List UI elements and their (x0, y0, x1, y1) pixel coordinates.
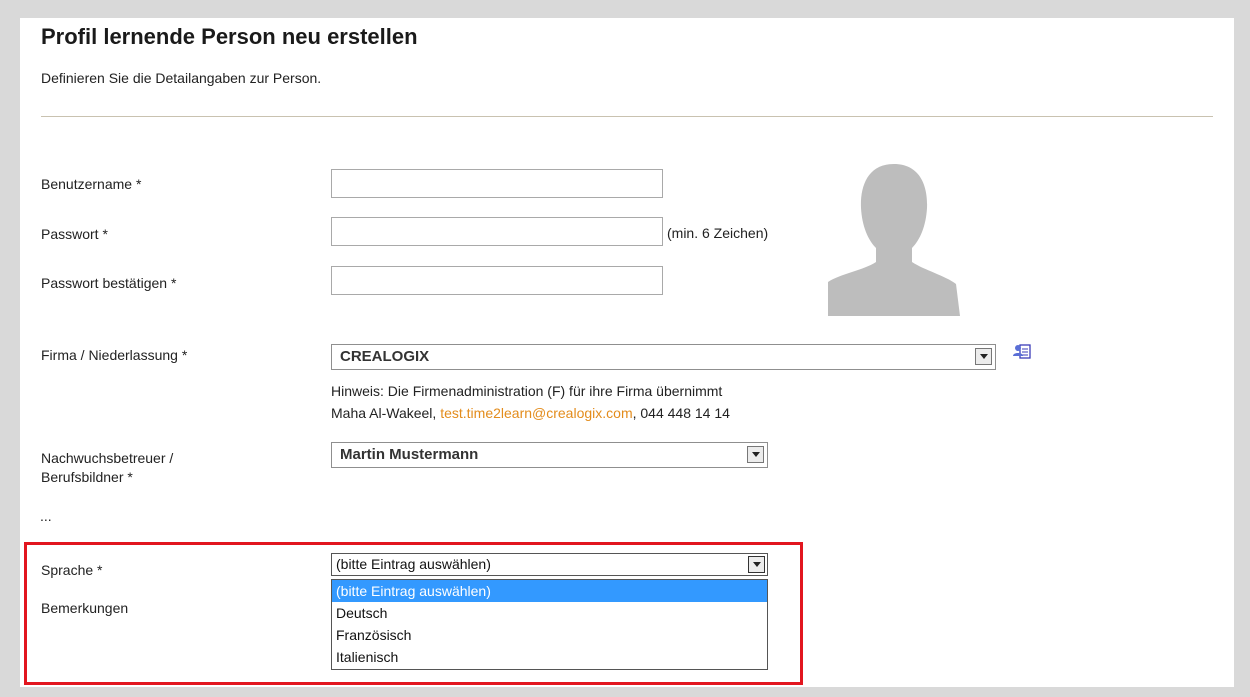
divider (41, 116, 1213, 117)
language-option[interactable]: (bitte Eintrag auswählen) (332, 580, 767, 602)
company-label: Firma / Niederlassung * (41, 347, 188, 363)
language-dropdown-list[interactable]: (bitte Eintrag auswählen) Deutsch Franzö… (331, 579, 768, 670)
language-select[interactable]: (bitte Eintrag auswählen) (331, 553, 768, 576)
supervisor-label-line2: Berufsbildner * (41, 469, 133, 485)
supervisor-select[interactable]: Martin Mustermann (331, 442, 768, 468)
person-silhouette-icon (828, 158, 960, 316)
page-title: Profil lernende Person neu erstellen (41, 24, 418, 49)
company-hint-line1: Hinweis: Die Firmenadministration (F) fü… (331, 383, 723, 399)
company-selected: CREALOGIX (340, 348, 430, 365)
language-option[interactable]: Deutsch (332, 602, 767, 624)
page-subtitle: Definieren Sie die Detailangaben zur Per… (41, 70, 322, 86)
username-label: Benutzername * (41, 176, 142, 192)
language-selected: (bitte Eintrag auswählen) (336, 556, 491, 572)
supervisor-label-line1: Nachwuchsbetreuer / (41, 450, 174, 466)
password-input[interactable] (331, 217, 663, 246)
admin-phone: , 044 448 14 14 (632, 405, 730, 421)
supervisor-selected: Martin Mustermann (340, 446, 479, 463)
password-label: Passwort * (41, 226, 108, 242)
address-book-icon[interactable] (1012, 341, 1032, 361)
chevron-down-icon[interactable] (748, 556, 765, 573)
language-option[interactable]: Italienisch (332, 646, 767, 668)
form-panel (20, 18, 1234, 493)
company-select[interactable]: CREALOGIX (331, 344, 996, 370)
password-confirm-label: Passwort bestätigen * (41, 275, 177, 291)
remarks-label: Bemerkungen (41, 600, 129, 616)
company-hint-line2: Maha Al-Wakeel, test.time2learn@crealogi… (331, 405, 730, 421)
password-confirm-input[interactable] (331, 266, 663, 295)
ellipsis: ... (40, 508, 52, 524)
supervisor-label: Nachwuchsbetreuer / Berufsbildner * (41, 449, 173, 487)
form-panel-gap (20, 493, 1234, 540)
language-label: Sprache * (41, 562, 103, 578)
password-hint: (min. 6 Zeichen) (667, 225, 769, 241)
admin-email-link[interactable]: test.time2learn@crealogix.com (440, 405, 632, 421)
admin-name: Maha Al-Wakeel, (331, 405, 441, 421)
language-option[interactable]: Französisch (332, 624, 767, 646)
chevron-down-icon[interactable] (975, 348, 992, 365)
chevron-down-icon[interactable] (747, 446, 764, 463)
username-input[interactable] (331, 169, 663, 198)
